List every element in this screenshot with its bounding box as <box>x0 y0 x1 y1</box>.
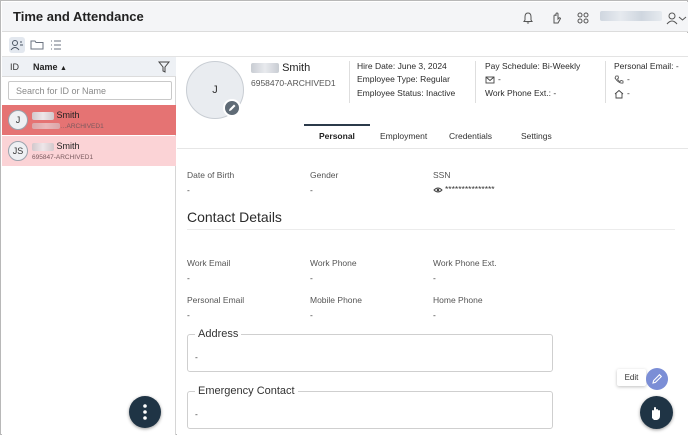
emergency-contact-box: Emergency Contact - <box>187 385 553 429</box>
dob-label: Date of Birth <box>187 170 235 180</box>
ssn-value: *************** <box>445 184 495 194</box>
pay-schedule: Pay Schedule: Bi-Weekly <box>485 61 581 71</box>
id-redacted <box>32 123 60 130</box>
ssn-label: SSN <box>433 170 451 180</box>
personal-email-label: Personal Email <box>187 295 245 305</box>
hire-date: Hire Date: June 3, 2024 <box>357 61 447 71</box>
tab-personal[interactable]: Personal <box>319 131 355 141</box>
first-name-redacted <box>251 63 279 74</box>
hand-icon[interactable] <box>549 11 563 25</box>
mail-icon <box>485 76 495 84</box>
mobile-phone-value: - <box>310 310 313 320</box>
work-email-label: Work Email <box>187 258 231 268</box>
divider <box>187 229 675 230</box>
section-title: Contact Details <box>187 209 282 225</box>
view-toolbar <box>2 33 688 57</box>
work-phone-ext: Work Phone Ext.: - <box>485 88 557 98</box>
first-name-redacted <box>32 142 54 151</box>
avatar: JS <box>8 141 28 161</box>
address-box: Address - <box>187 328 553 372</box>
work-phone-ext-value: - <box>433 273 436 283</box>
eye-icon[interactable] <box>433 185 443 195</box>
org-chart-icon[interactable] <box>576 11 590 25</box>
address-legend: Address <box>195 328 242 340</box>
gender-label: Gender <box>310 170 339 180</box>
app-title: Time and Attendance <box>13 9 144 24</box>
divider <box>605 61 606 103</box>
employee-type: Employee Type: Regular <box>357 74 450 84</box>
edit-tooltip: Edit <box>617 369 646 386</box>
employee-name: Smith <box>56 110 80 120</box>
address-value: - <box>195 352 198 362</box>
phone-icon <box>614 75 624 84</box>
list-icon[interactable] <box>48 37 64 53</box>
more-vertical-icon <box>143 404 147 420</box>
more-actions-button[interactable] <box>129 396 161 428</box>
work-phone-value: - <box>310 273 313 283</box>
top-bar: Time and Attendance <box>2 2 688 32</box>
employee-row-selected[interactable]: J Smith …ARCHIVED1 <box>2 105 176 135</box>
employee-name: Smith <box>56 141 80 151</box>
chevron-down-icon[interactable] <box>678 11 687 25</box>
personal-email: Personal Email: - <box>614 61 679 71</box>
employee-row[interactable]: JS Smith 695847-ARCHIVED1 <box>2 136 176 166</box>
mobile-phone-label: Mobile Phone <box>310 295 362 305</box>
work-phone-ext-label: Work Phone Ext. <box>433 258 497 268</box>
gender-value: - <box>310 185 313 195</box>
sort-ascending-icon: ▲ <box>60 65 67 72</box>
tab-employment[interactable]: Employment <box>380 131 427 141</box>
column-header-id[interactable]: ID <box>10 62 19 72</box>
employee-detail-panel: J Smith 6958470-ARCHIVED1 Hire Date: Jun… <box>177 57 688 435</box>
emergency-contact-value: - <box>195 409 198 419</box>
hand-pointer-icon <box>652 407 660 420</box>
app-window: Time and Attendance ID Name ▲ J Smith …A… <box>0 0 688 435</box>
folder-icon[interactable] <box>29 37 45 53</box>
tab-credentials[interactable]: Credentials <box>449 131 492 141</box>
list-header: ID Name ▲ <box>2 57 176 77</box>
home-value: - <box>627 88 630 98</box>
employee-name: Smith <box>282 62 311 74</box>
email-value: - <box>498 74 501 84</box>
user-name-redacted[interactable] <box>600 11 662 21</box>
employee-id: 695847-ARCHIVED1 <box>32 154 94 161</box>
first-name-redacted <box>32 111 54 120</box>
edit-button[interactable] <box>646 368 668 390</box>
edit-avatar-button[interactable] <box>223 99 241 117</box>
detail-tabs: Personal Employment Credentials Settings <box>304 124 554 147</box>
search-input[interactable] <box>8 81 172 100</box>
active-tab-indicator <box>304 124 370 126</box>
home-phone-value: - <box>433 310 436 320</box>
work-phone-label: Work Phone <box>310 258 357 268</box>
pencil-icon <box>229 104 236 111</box>
divider <box>349 61 350 103</box>
actions-fab[interactable] <box>640 396 673 429</box>
home-icon <box>614 89 624 99</box>
phone-value: - <box>627 74 630 84</box>
pencil-icon <box>652 373 663 384</box>
home-phone-label: Home Phone <box>433 295 483 305</box>
work-email-value: - <box>187 273 190 283</box>
employee-status: Employee Status: Inactive <box>357 88 456 98</box>
divider <box>475 61 476 103</box>
employee-id: …ARCHIVED1 <box>60 123 104 130</box>
emergency-contact-legend: Emergency Contact <box>195 385 298 397</box>
people-icon[interactable] <box>9 37 25 53</box>
column-header-name[interactable]: Name ▲ <box>33 62 67 72</box>
tab-settings[interactable]: Settings <box>521 131 552 141</box>
avatar: J <box>8 110 28 130</box>
employee-id: 6958470-ARCHIVED1 <box>251 78 336 88</box>
user-icon[interactable] <box>665 11 679 25</box>
divider <box>177 148 688 149</box>
personal-email-value: - <box>187 310 190 320</box>
employee-list-panel: ID Name ▲ J Smith …ARCHIVED1 JS Smith 69… <box>2 57 176 435</box>
filter-icon[interactable] <box>157 60 171 74</box>
dob-value: - <box>187 185 190 195</box>
bell-icon[interactable] <box>521 11 535 25</box>
